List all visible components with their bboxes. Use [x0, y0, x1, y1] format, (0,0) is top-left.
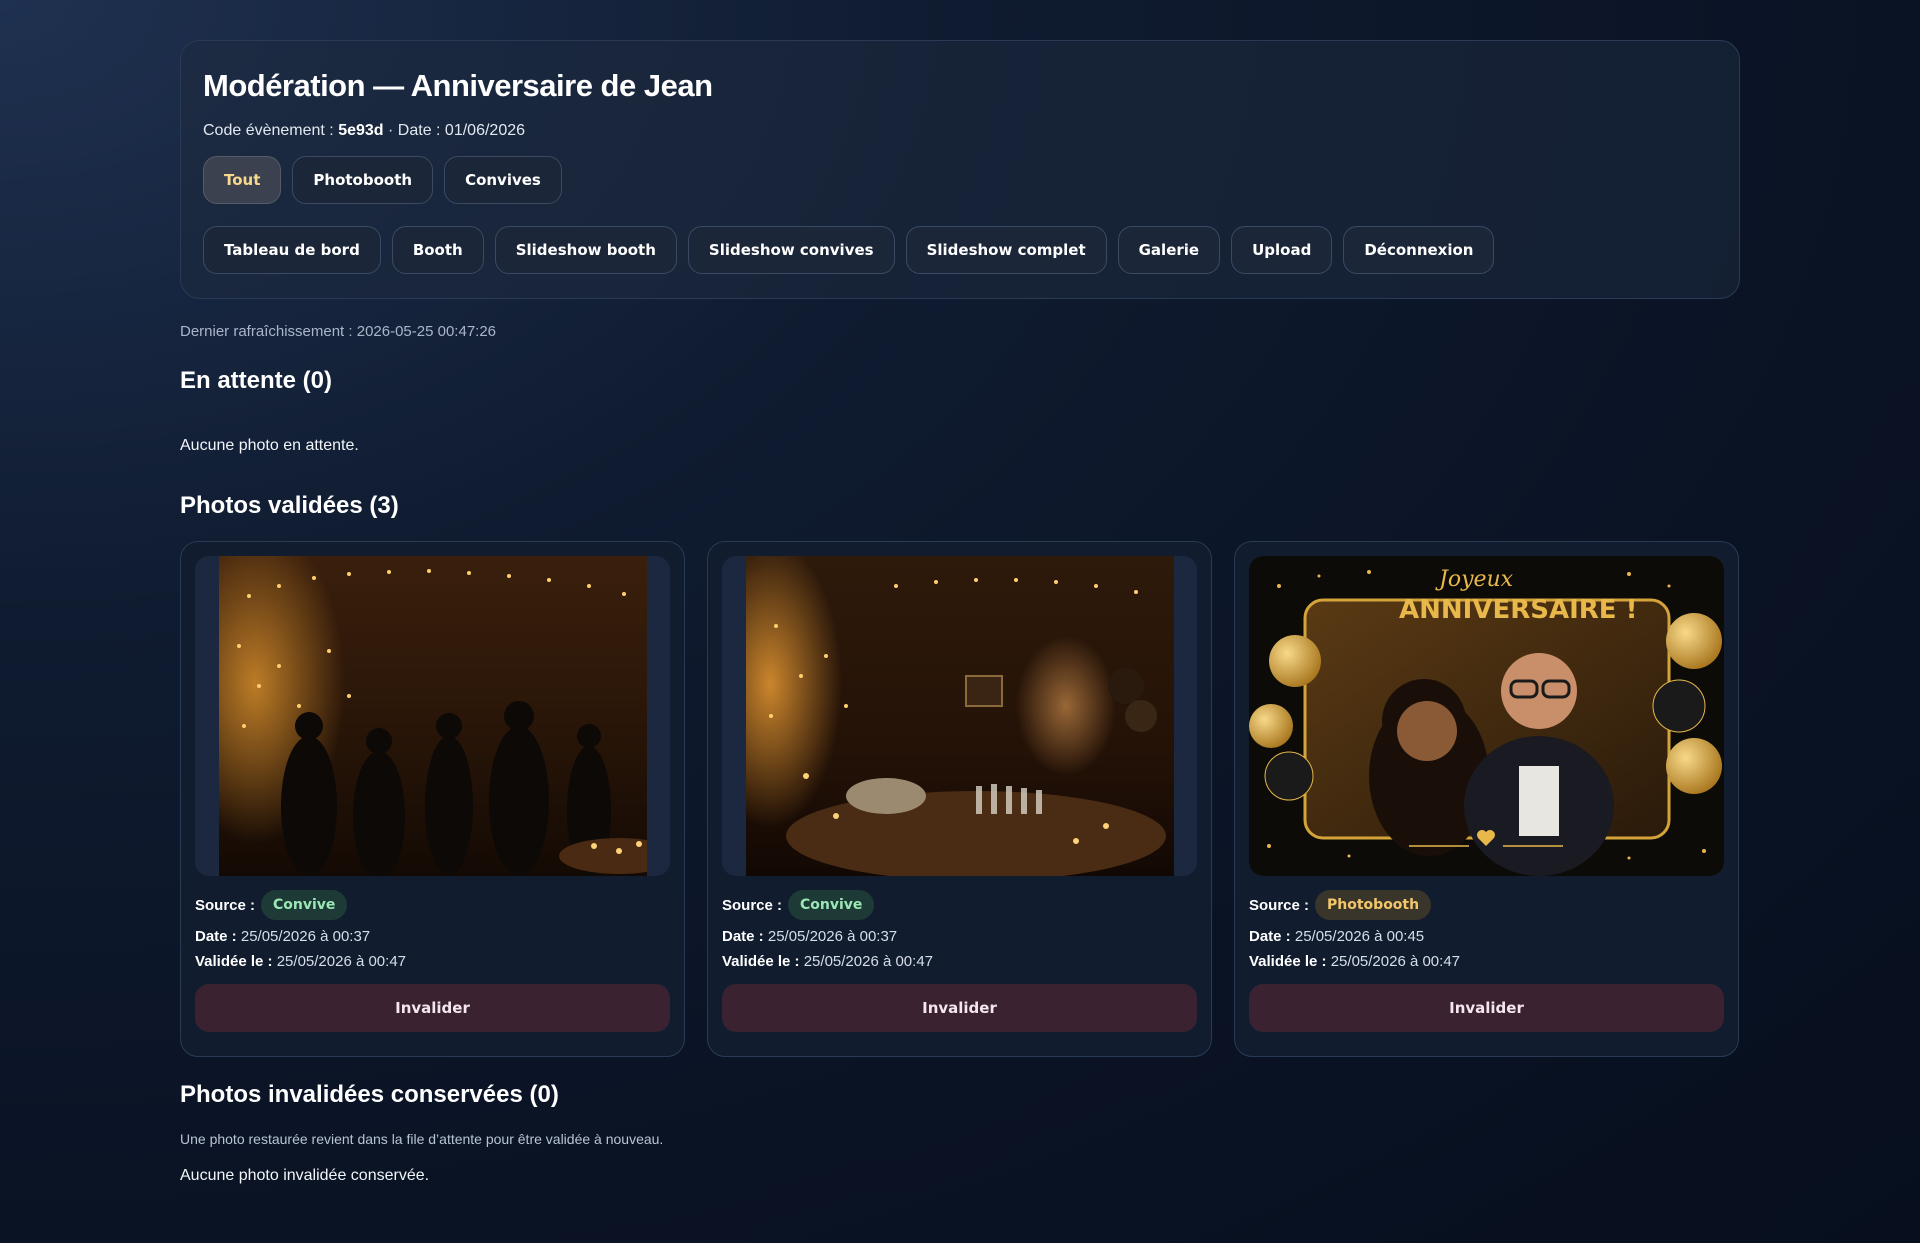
nav-dashboard-button[interactable]: Tableau de bord [203, 226, 381, 275]
kept-section-title: Photos invalidées conservées (0) [180, 1081, 559, 1108]
page: Modération — Anniversaire de Jean Code é… [180, 40, 1740, 1185]
nav-booth-button[interactable]: Booth [391, 226, 484, 275]
event-code-label: Code évènement : [203, 122, 334, 140]
page-title: Modération — Anniversaire de Jean [203, 68, 713, 103]
pending-section-title: En attente (0) [180, 367, 333, 394]
validated-label: Validée le : [1249, 953, 1327, 970]
source-row: Source : Convive [195, 890, 670, 920]
nav-upload-button[interactable]: Upload [1231, 226, 1333, 275]
invalidate-button[interactable]: Invalider [1249, 984, 1724, 1032]
filter-tabs: Tout Photobooth Convives [203, 156, 1717, 205]
nav-slideshow-convives-button[interactable]: Slideshow convives [687, 226, 895, 275]
validated-value: 25/05/2026 à 00:47 [276, 953, 407, 970]
invalidate-button[interactable]: Invalider [722, 984, 1197, 1032]
source-label: Source : [1249, 896, 1310, 914]
source-label: Source : [195, 896, 256, 914]
joyeux-anniversaire-frame-photo: Joyeux ANNIVERSAIRE ! [1249, 556, 1724, 876]
nav-slideshow-complet-button[interactable]: Slideshow complet [905, 226, 1107, 275]
invalidate-button[interactable]: Invalider [195, 984, 670, 1032]
nav-slideshow-booth-button[interactable]: Slideshow booth [494, 226, 677, 275]
date-label: Date : [195, 928, 237, 945]
source-row: Source : Photobooth [1249, 890, 1724, 920]
photo-thumbnail[interactable] [195, 556, 670, 876]
date-label: Date : [1249, 928, 1291, 945]
photo-thumbnail[interactable] [722, 556, 1197, 876]
photo-card: Source : Convive Date : 25/05/2026 à 00:… [707, 541, 1212, 1057]
filter-convives-button[interactable]: Convives [444, 156, 562, 205]
validated-photo-grid: Source : Convive Date : 25/05/2026 à 00:… [180, 541, 1740, 1057]
date-label: Date : [722, 928, 764, 945]
source-label: Source : [722, 896, 783, 914]
kept-empty-message: Aucune photo invalidée conservée. [180, 1167, 430, 1184]
date-value: 25/05/2026 à 00:45 [1294, 928, 1425, 945]
validated-row: Validée le : 25/05/2026 à 00:47 [195, 953, 670, 970]
source-badge: Convive [261, 890, 348, 920]
frame-text-joyeux: Joyeux [1435, 567, 1514, 592]
source-badge: Convive [788, 890, 875, 920]
date-value: 25/05/2026 à 00:37 [240, 928, 371, 945]
filter-tout-button[interactable]: Tout [203, 156, 282, 205]
party-buffet-photo [745, 556, 1174, 876]
event-code: 5e93d [338, 122, 384, 140]
event-date: · Date : 01/06/2026 [383, 122, 526, 140]
validated-value: 25/05/2026 à 00:47 [1330, 953, 1461, 970]
date-row: Date : 25/05/2026 à 00:37 [195, 928, 670, 945]
date-value: 25/05/2026 à 00:37 [767, 928, 898, 945]
validated-value: 25/05/2026 à 00:47 [803, 953, 934, 970]
source-row: Source : Convive [722, 890, 1197, 920]
validated-label: Validée le : [722, 953, 800, 970]
header-card: Modération — Anniversaire de Jean Code é… [180, 40, 1740, 299]
party-guests-photo [218, 556, 647, 876]
validated-row: Validée le : 25/05/2026 à 00:47 [1249, 953, 1724, 970]
nav-galerie-button[interactable]: Galerie [1117, 226, 1221, 275]
date-row: Date : 25/05/2026 à 00:45 [1249, 928, 1724, 945]
validated-section-title: Photos validées (3) [180, 492, 399, 519]
photo-card: Source : Convive Date : 25/05/2026 à 00:… [180, 541, 685, 1057]
event-meta: Code évènement : 5e93d · Date : 01/06/20… [203, 122, 1717, 140]
pending-empty-message: Aucune photo en attente. [180, 437, 359, 454]
frame-text-anniversaire: ANNIVERSAIRE ! [1399, 595, 1637, 625]
nav-logout-button[interactable]: Déconnexion [1343, 226, 1495, 275]
filter-photobooth-button[interactable]: Photobooth [292, 156, 434, 205]
nav-bar: Tableau de bord Booth Slideshow booth Sl… [203, 226, 1717, 275]
photo-thumbnail[interactable]: Joyeux ANNIVERSAIRE ! [1249, 556, 1724, 876]
photo-card: Joyeux ANNIVERSAIRE ! Source: Photoboot… [1234, 541, 1739, 1057]
refresh-timestamp: Dernier rafraîchissement : 2026-05-25 00… [180, 323, 497, 340]
validated-label: Validée le : [195, 953, 273, 970]
validated-row: Validée le : 25/05/2026 à 00:47 [722, 953, 1197, 970]
kept-hint: Une photo restaurée revient dans la file… [180, 1131, 664, 1147]
date-row: Date : 25/05/2026 à 00:37 [722, 928, 1197, 945]
source-badge: Photobooth [1315, 890, 1432, 920]
